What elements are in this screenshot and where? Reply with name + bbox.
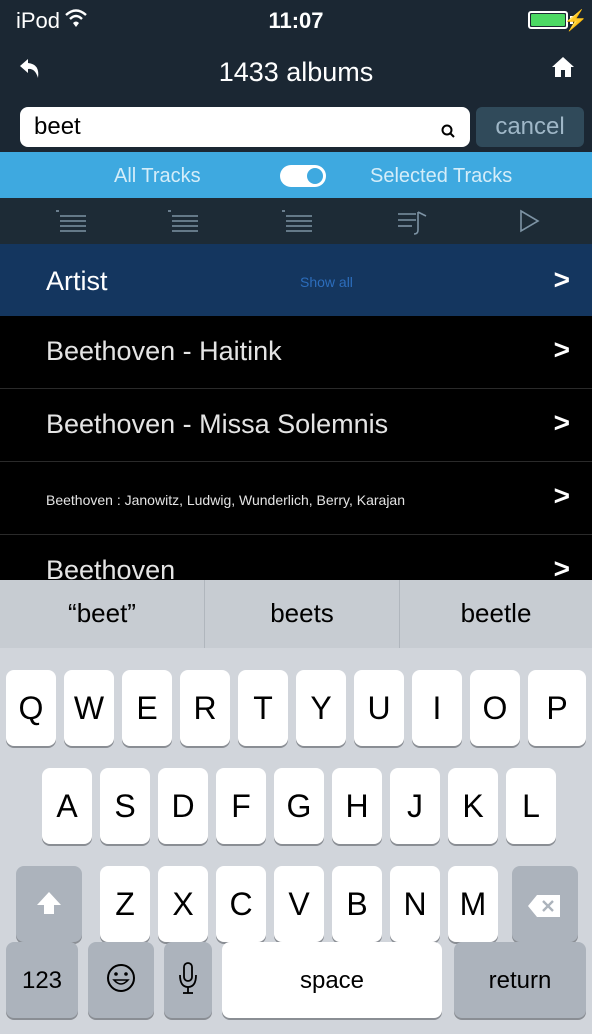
list-item-label: Beethoven - Haitink: [46, 336, 282, 366]
emoji-key[interactable]: [88, 942, 154, 1018]
status-bar: iPod 11:07 ⚡: [0, 0, 592, 40]
key-d[interactable]: D: [158, 768, 208, 844]
search-icon: [440, 118, 456, 146]
search-bar: beet cancel: [0, 102, 592, 152]
key-q[interactable]: Q: [6, 670, 56, 746]
cancel-button[interactable]: cancel: [476, 107, 584, 147]
key-o[interactable]: O: [470, 670, 520, 746]
track-toggle-bar: All Tracks Selected Tracks: [0, 152, 592, 198]
selected-tracks-label[interactable]: Selected Tracks: [370, 165, 512, 188]
key-x[interactable]: X: [158, 866, 208, 942]
key-s[interactable]: S: [100, 768, 150, 844]
autocorrect-suggestions: “beet” beets beetle: [0, 580, 592, 648]
key-a[interactable]: A: [42, 768, 92, 844]
microphone-icon: [164, 960, 212, 1004]
artist-section-header[interactable]: Artist Show all >: [0, 244, 592, 316]
show-all-link[interactable]: Show all: [300, 274, 353, 290]
key-e[interactable]: E: [122, 670, 172, 746]
key-n[interactable]: N: [390, 866, 440, 942]
charging-icon: ⚡: [563, 10, 588, 32]
home-icon[interactable]: [550, 54, 576, 85]
all-tracks-label[interactable]: All Tracks: [114, 165, 201, 188]
chevron-right-icon: >: [553, 480, 570, 511]
key-c[interactable]: C: [216, 866, 266, 942]
playlist-add-icon[interactable]: [396, 208, 432, 241]
list-item[interactable]: Beethoven - Haitink >: [0, 316, 592, 389]
chevron-right-icon: >: [553, 407, 570, 438]
emoji-icon: [88, 962, 154, 1002]
list-top-icon[interactable]: [54, 208, 88, 239]
suggestion-item[interactable]: beetle: [400, 598, 592, 629]
section-label: Artist: [46, 266, 108, 296]
numbers-key[interactable]: 123: [6, 942, 78, 1018]
key-m[interactable]: M: [448, 866, 498, 942]
microphone-key[interactable]: [164, 942, 212, 1018]
key-i[interactable]: I: [412, 670, 462, 746]
key-g[interactable]: G: [274, 768, 324, 844]
list-middle-icon[interactable]: [166, 208, 200, 239]
backspace-icon: [512, 890, 578, 927]
chevron-right-icon: >: [553, 334, 570, 365]
shift-icon: [16, 888, 82, 926]
list-item[interactable]: Beethoven - Missa Solemnis >: [0, 389, 592, 462]
key-v[interactable]: V: [274, 866, 324, 942]
play-icon[interactable]: [516, 208, 542, 239]
key-r[interactable]: R: [180, 670, 230, 746]
key-u[interactable]: U: [354, 670, 404, 746]
key-t[interactable]: T: [238, 670, 288, 746]
key-h[interactable]: H: [332, 768, 382, 844]
key-b[interactable]: B: [332, 866, 382, 942]
key-j[interactable]: J: [390, 768, 440, 844]
list-bottom-icon[interactable]: [280, 208, 314, 239]
list-item-label: Beethoven - Missa Solemnis: [46, 409, 389, 439]
key-y[interactable]: Y: [296, 670, 346, 746]
keyboard: Q W E R T Y U I O P A S D F G H J K L Z …: [0, 648, 592, 1034]
space-key[interactable]: space: [222, 942, 442, 1018]
search-value: beet: [34, 113, 81, 140]
backspace-key[interactable]: [512, 866, 578, 942]
chevron-right-icon: >: [553, 264, 570, 295]
toggle-knob: [307, 168, 323, 184]
key-w[interactable]: W: [64, 670, 114, 746]
track-toggle-switch[interactable]: [280, 165, 326, 187]
list-item[interactable]: Beethoven >: [0, 535, 592, 580]
suggestion-item[interactable]: “beet”: [0, 598, 204, 629]
shift-key[interactable]: [16, 866, 82, 942]
chevron-right-icon: >: [553, 553, 570, 580]
key-l[interactable]: L: [506, 768, 556, 844]
return-key[interactable]: return: [454, 942, 586, 1018]
list-item-label: Beethoven: [46, 555, 176, 580]
list-item-label: Beethoven : Janowitz, Ludwig, Wunderlich…: [46, 492, 406, 508]
key-z[interactable]: Z: [100, 866, 150, 942]
list-item[interactable]: Beethoven : Janowitz, Ludwig, Wunderlich…: [0, 462, 592, 535]
key-p[interactable]: P: [528, 670, 586, 746]
nav-bar: 1433 albums: [0, 40, 592, 102]
key-f[interactable]: F: [216, 768, 266, 844]
key-k[interactable]: K: [448, 768, 498, 844]
battery-icon: [528, 11, 568, 29]
clock: 11:07: [268, 8, 324, 33]
toolbar: [0, 198, 592, 244]
search-input[interactable]: beet: [20, 107, 470, 147]
suggestion-item[interactable]: beets: [205, 598, 399, 629]
results-list: Beethoven - Haitink > Beethoven - Missa …: [0, 316, 592, 580]
nav-title: 1433 albums: [218, 57, 374, 87]
